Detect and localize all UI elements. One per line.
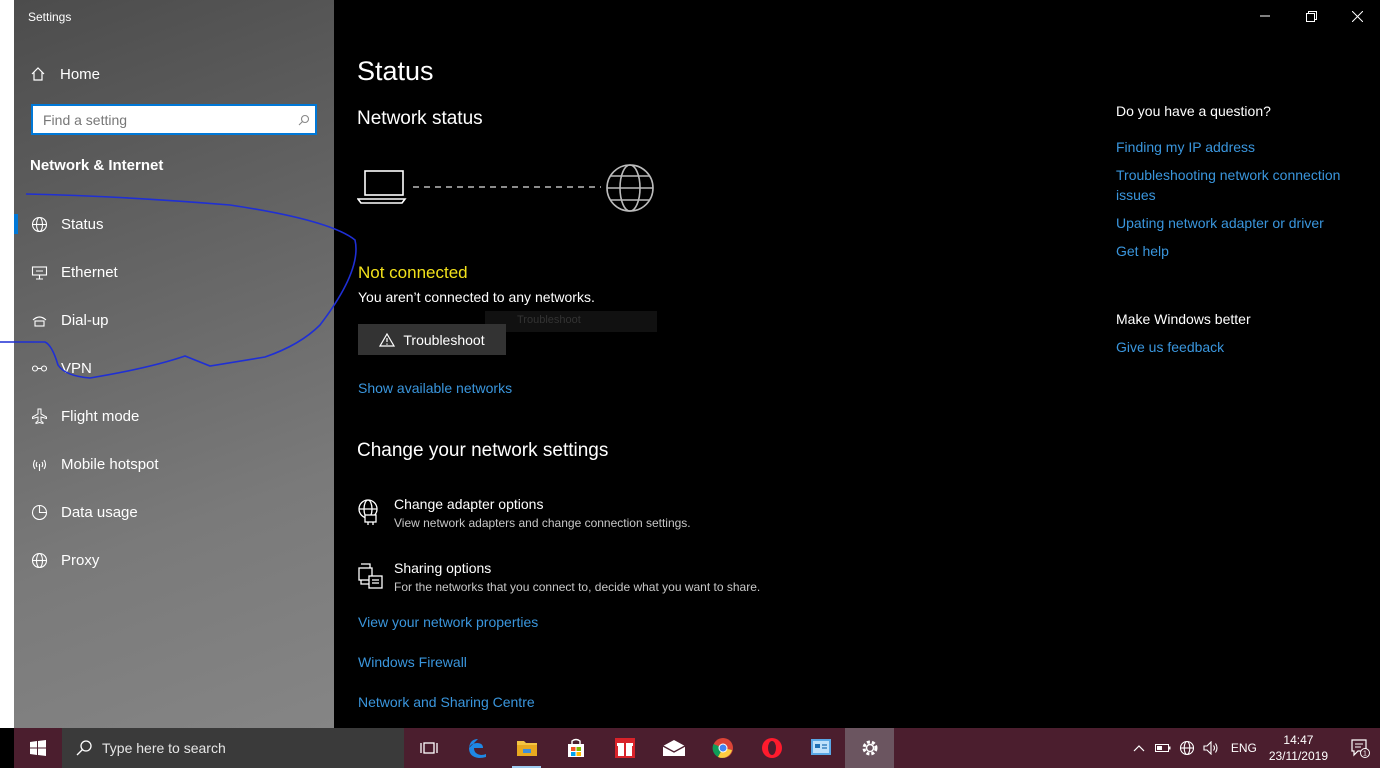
taskbar-search[interactable]: Type here to search	[62, 728, 404, 768]
sidebar-item-mobile-hotspot[interactable]: Mobile hotspot	[14, 440, 334, 488]
search-input[interactable]	[33, 106, 293, 133]
battery-icon[interactable]	[1151, 743, 1175, 753]
home-button[interactable]: Home	[30, 62, 100, 86]
search-icon	[76, 740, 92, 756]
better-heading: Make Windows better	[1116, 311, 1251, 327]
connection-state: Not connected	[358, 263, 468, 282]
edge-icon[interactable]	[453, 728, 502, 768]
option-subtitle: View network adapters and change connect…	[394, 516, 691, 530]
clock-time: 14:47	[1283, 733, 1314, 747]
sidebar-item-flight-mode[interactable]: Flight mode	[14, 392, 334, 440]
option-subtitle: For the networks that you connect to, de…	[394, 580, 761, 594]
sharing-icon	[358, 563, 383, 589]
feedback-panel: Make Windows better Give us feedback	[1116, 311, 1251, 357]
sidebar-item-proxy[interactable]: Proxy	[14, 536, 334, 584]
network-globe-icon[interactable]	[1175, 740, 1199, 756]
finding-ip-link[interactable]: Finding my IP address	[1116, 137, 1356, 157]
network-sharing-centre-link[interactable]: Network and Sharing Centre	[358, 694, 535, 710]
language-indicator[interactable]: ENG	[1231, 741, 1257, 755]
ethernet-icon	[30, 263, 48, 281]
search-icon[interactable]	[293, 114, 315, 126]
close-icon[interactable]	[1334, 0, 1380, 32]
network-diagram	[357, 164, 654, 212]
page-title: Status	[357, 56, 434, 86]
troubleshoot-label: Troubleshoot	[403, 331, 485, 348]
connection-description: You aren’t connected to any networks.	[358, 289, 595, 305]
airplane-icon	[30, 407, 48, 425]
home-icon	[31, 67, 45, 81]
globe-icon	[606, 164, 654, 212]
sidebar-item-label: Data usage	[61, 503, 138, 521]
section-title: Network & Internet	[30, 157, 164, 174]
sidebar-item-label: Ethernet	[61, 263, 118, 281]
sidebar-item-label: Status	[61, 215, 104, 233]
clock-date: 23/11/2019	[1268, 749, 1328, 763]
option-title: Change adapter options	[394, 496, 544, 512]
help-panel: Do you have a question? Finding my IP ad…	[1116, 103, 1356, 269]
system-tray: ENG 14:47 23/11/2019 1	[1127, 728, 1380, 768]
hotspot-icon	[30, 455, 48, 473]
sidebar-item-data-usage[interactable]: Data usage	[14, 488, 334, 536]
gift-app-icon[interactable]	[600, 728, 649, 768]
adapter-icon	[358, 499, 378, 525]
store-icon[interactable]	[551, 728, 600, 768]
notification-count: 1	[1363, 751, 1367, 758]
updating-adapter-link[interactable]: Upating network adapter or driver	[1116, 213, 1356, 233]
sidebar-item-status[interactable]: Status	[14, 200, 334, 248]
restore-icon[interactable]	[1288, 0, 1334, 32]
chrome-icon[interactable]	[698, 728, 747, 768]
question-heading: Do you have a question?	[1116, 103, 1271, 119]
sidebar: Settings Home Network & Internet Status …	[14, 0, 334, 728]
vpn-icon	[30, 359, 48, 377]
clock[interactable]: 14:47 23/11/2019	[1269, 732, 1328, 764]
network-status-heading: Network status	[357, 108, 483, 129]
windows-start-icon[interactable]	[14, 728, 62, 768]
sidebar-item-label: Flight mode	[61, 407, 140, 425]
settings-search-box[interactable]	[31, 104, 317, 135]
taskbar: Type here to search ENG 14:47 23/11/2019…	[14, 728, 1380, 768]
data-usage-icon	[30, 503, 48, 521]
main-content: Status Network status Not connected You …	[334, 0, 1380, 728]
minimize-icon[interactable]	[1242, 0, 1288, 32]
globe-icon	[30, 215, 48, 233]
settings-window: Settings Home Network & Internet Status …	[0, 0, 1380, 768]
windows-firewall-link[interactable]: Windows Firewall	[358, 654, 467, 670]
change-settings-heading: Change your network settings	[357, 440, 609, 461]
settings-gear-icon[interactable]	[845, 728, 894, 768]
volume-icon[interactable]	[1199, 741, 1223, 755]
sidebar-item-label: Dial-up	[61, 311, 109, 329]
dialup-icon	[30, 311, 48, 329]
laptop-icon	[357, 170, 407, 204]
sidebar-nav: Status Ethernet Dial-up VPN Flight mode …	[14, 200, 334, 584]
view-network-properties-link[interactable]: View your network properties	[358, 614, 538, 630]
sidebar-item-dialup[interactable]: Dial-up	[14, 296, 334, 344]
show-available-networks-link[interactable]: Show available networks	[358, 380, 512, 396]
desktop-edge	[0, 0, 14, 728]
ghost-tooltip: Troubleshoot	[485, 311, 657, 332]
troubleshooting-link[interactable]: Troubleshooting network connection issue…	[1116, 165, 1356, 205]
home-label: Home	[60, 65, 101, 83]
sidebar-item-vpn[interactable]: VPN	[14, 344, 334, 392]
option-title: Sharing options	[394, 560, 492, 576]
sidebar-item-label: VPN	[61, 359, 92, 377]
taskbar-search-placeholder: Type here to search	[102, 740, 226, 756]
file-explorer-icon[interactable]	[502, 728, 551, 768]
opera-icon[interactable]	[747, 728, 796, 768]
mail-icon[interactable]	[649, 728, 698, 768]
sidebar-item-ethernet[interactable]: Ethernet	[14, 248, 334, 296]
sharing-options[interactable]: Sharing options For the networks that yo…	[357, 560, 760, 594]
troubleshoot-button[interactable]: Troubleshoot	[358, 324, 506, 355]
get-help-link[interactable]: Get help	[1116, 241, 1356, 261]
globe-icon	[30, 551, 48, 569]
control-panel-icon[interactable]	[796, 728, 845, 768]
task-view-icon[interactable]	[404, 728, 453, 768]
change-adapter-options[interactable]: Change adapter options View network adap…	[357, 496, 691, 530]
warning-icon	[379, 332, 396, 347]
give-feedback-link[interactable]: Give us feedback	[1116, 339, 1224, 355]
sidebar-item-label: Proxy	[61, 551, 100, 569]
sidebar-item-label: Mobile hotspot	[61, 455, 159, 473]
action-center-icon[interactable]: 1	[1340, 738, 1380, 758]
chevron-up-icon[interactable]	[1127, 744, 1151, 752]
app-title: Settings	[28, 10, 72, 24]
